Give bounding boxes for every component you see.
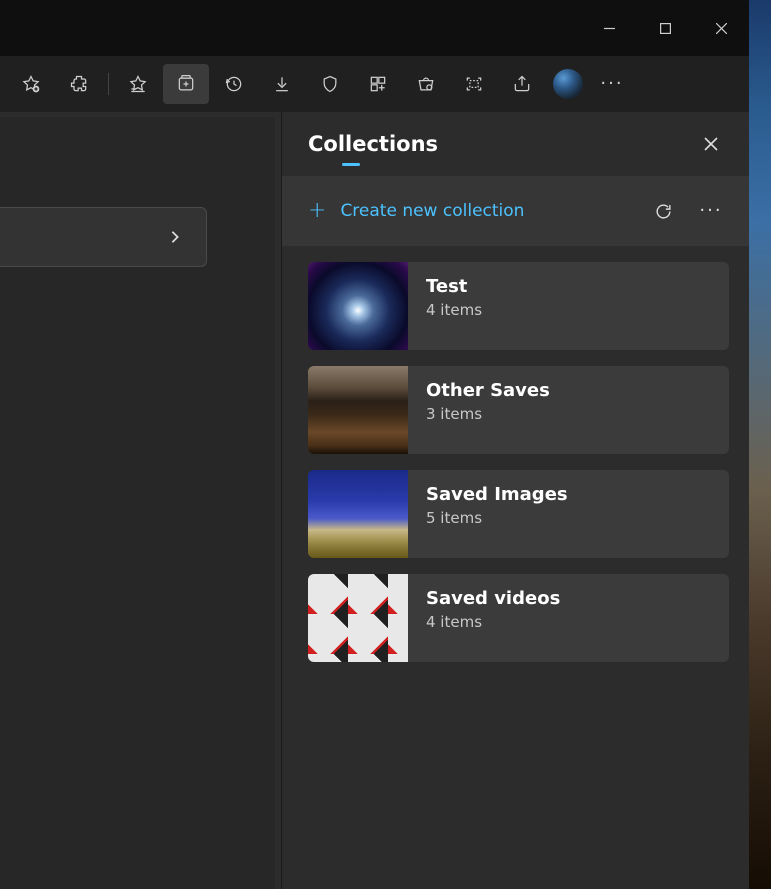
- window-titlebar: [0, 0, 749, 56]
- downloads-button[interactable]: [259, 64, 305, 104]
- create-collection-label: Create new collection: [340, 201, 524, 221]
- chevron-right-icon: [168, 230, 182, 244]
- collection-thumbnail: [308, 262, 408, 350]
- collections-button[interactable]: [163, 64, 209, 104]
- extensions-button[interactable]: [56, 64, 102, 104]
- page-nav-card[interactable]: [0, 207, 207, 267]
- screenshot-button[interactable]: [451, 64, 497, 104]
- panel-actions-bar: + Create new collection ···: [282, 176, 749, 246]
- window-minimize-button[interactable]: [581, 0, 637, 56]
- collection-item[interactable]: Saved Images 5 items: [308, 470, 729, 558]
- panel-header: Collections: [282, 112, 749, 176]
- add-favorite-button[interactable]: [8, 64, 54, 104]
- panel-more-button[interactable]: ···: [693, 193, 729, 229]
- collection-count: 4 items: [426, 613, 560, 631]
- refresh-button[interactable]: [645, 193, 681, 229]
- collection-name: Saved videos: [426, 588, 560, 609]
- share-button[interactable]: [499, 64, 545, 104]
- collection-thumbnail: [308, 366, 408, 454]
- collection-name: Saved Images: [426, 484, 568, 505]
- more-icon: ···: [699, 202, 722, 220]
- collection-list: Test 4 items Other Saves 3 items Saved I…: [282, 246, 749, 662]
- desktop-wallpaper-edge: [749, 0, 771, 889]
- profile-avatar[interactable]: [553, 69, 583, 99]
- apps-button[interactable]: [355, 64, 401, 104]
- panel-close-button[interactable]: [695, 128, 727, 160]
- favorites-button[interactable]: [115, 64, 161, 104]
- collections-panel: Collections + Create new collection ···: [281, 112, 749, 889]
- window-maximize-button[interactable]: [637, 0, 693, 56]
- browser-toolbar: ···: [0, 56, 749, 112]
- collection-name: Test: [426, 276, 482, 297]
- history-button[interactable]: [211, 64, 257, 104]
- collection-thumbnail: [308, 574, 408, 662]
- plus-icon: +: [308, 200, 326, 222]
- more-icon: ···: [600, 75, 623, 93]
- security-button[interactable]: [307, 64, 353, 104]
- collection-item[interactable]: Saved videos 4 items: [308, 574, 729, 662]
- toolbar-separator: [108, 73, 109, 95]
- collection-count: 3 items: [426, 405, 550, 423]
- settings-more-button[interactable]: ···: [589, 64, 635, 104]
- window-close-button[interactable]: [693, 0, 749, 56]
- page-surface: [0, 117, 275, 889]
- collection-name: Other Saves: [426, 380, 550, 401]
- shopping-button[interactable]: [403, 64, 449, 104]
- content-area: Collections + Create new collection ···: [0, 112, 749, 889]
- collection-count: 4 items: [426, 301, 482, 319]
- collection-thumbnail: [308, 470, 408, 558]
- collection-item[interactable]: Other Saves 3 items: [308, 366, 729, 454]
- collection-item[interactable]: Test 4 items: [308, 262, 729, 350]
- panel-title: Collections: [308, 132, 438, 156]
- create-collection-button[interactable]: + Create new collection: [308, 200, 524, 222]
- collection-count: 5 items: [426, 509, 568, 527]
